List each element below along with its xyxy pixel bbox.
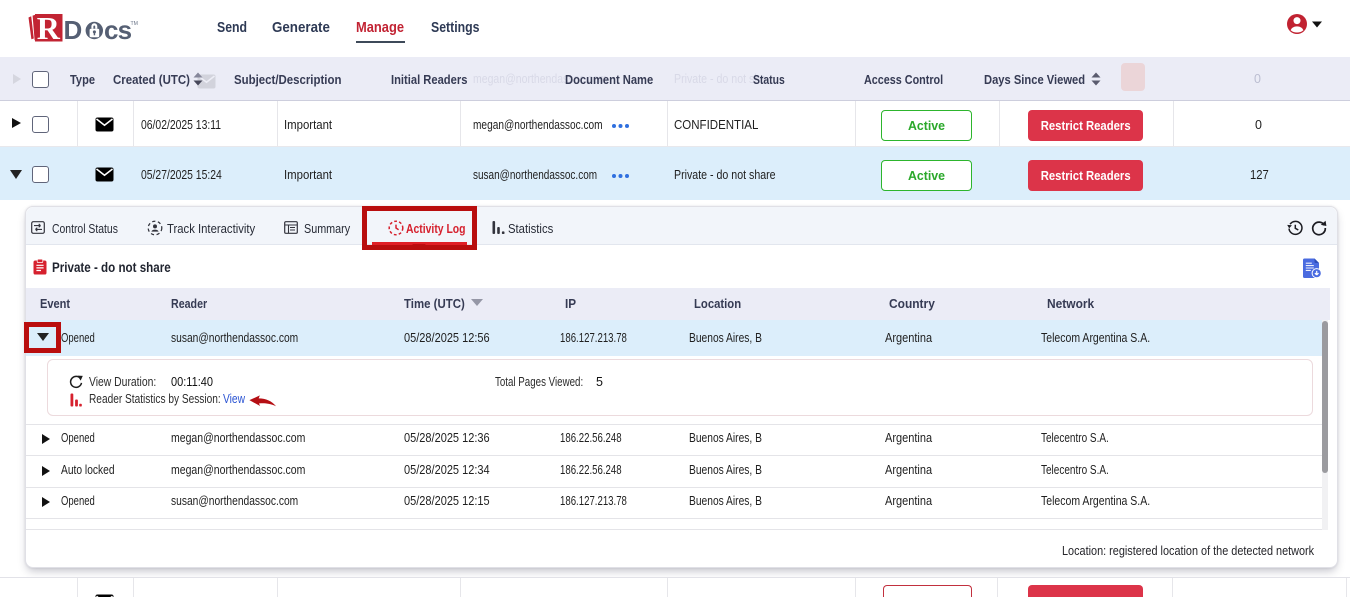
svg-text:D: D: [64, 15, 82, 45]
svg-text:cs: cs: [104, 15, 132, 45]
svg-text:R: R: [37, 10, 61, 46]
svg-text:TM: TM: [131, 21, 139, 27]
